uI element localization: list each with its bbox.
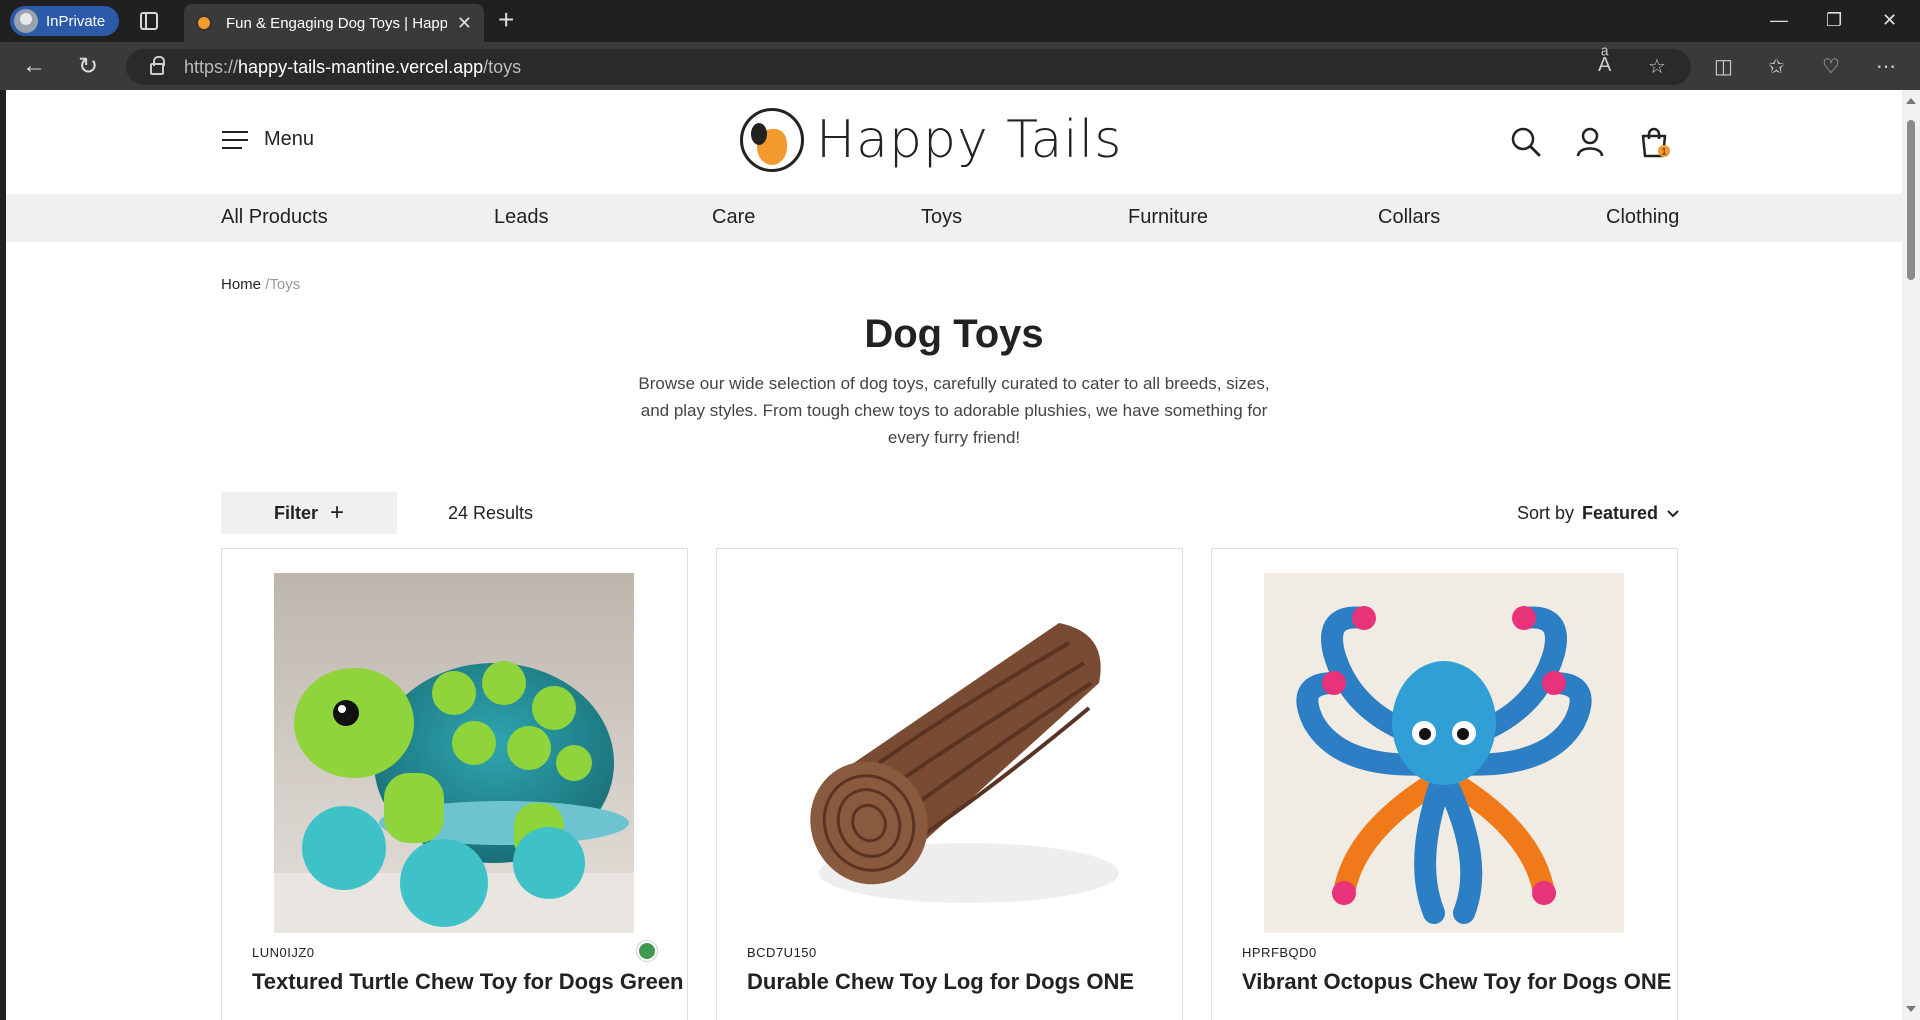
hamburger-icon — [222, 130, 248, 149]
more-menu-icon[interactable]: ⋯ — [1876, 54, 1896, 79]
product-card[interactable]: LUN0IJZ0 Textured Turtle Chew Toy for Do… — [221, 548, 688, 1020]
browser-essentials-icon[interactable]: ♡ — [1822, 54, 1840, 79]
menu-button[interactable]: Menu — [222, 128, 314, 151]
site-header: Menu Happy Tails 1 — [6, 90, 1902, 194]
product-sku: BCD7U150 — [747, 945, 817, 960]
url-scheme: https:// — [184, 56, 239, 77]
page-scrollbar[interactable] — [1902, 90, 1920, 1020]
sort-prefix: Sort by — [1517, 503, 1575, 523]
close-tab-icon[interactable]: ✕ — [457, 13, 472, 34]
tab-title: Fun & Engaging Dog Toys | Happy Tails — [226, 14, 447, 32]
split-screen-icon[interactable]: ◫ — [1714, 54, 1733, 79]
cart-icon[interactable]: 1 — [1638, 126, 1670, 158]
chevron-down-icon — [1667, 509, 1679, 517]
product-card[interactable]: BCD7U150 Durable Chew Toy Log for Dogs O… — [716, 548, 1183, 1020]
url-path: /toys — [483, 56, 522, 77]
browser-tab-active[interactable]: Fun & Engaging Dog Toys | Happy Tails ✕ — [184, 4, 484, 42]
favorites-icon[interactable]: ✩ — [1768, 54, 1785, 79]
breadcrumb-home[interactable]: Home — [221, 276, 261, 293]
results-count: 24 Results — [448, 503, 534, 523]
breadcrumb: Home /Toys — [221, 276, 300, 293]
product-card[interactable]: HPRFBQD0 Vibrant Octopus Chew Toy for Do… — [1211, 548, 1678, 1020]
browser-tabbar: InPrivate Fun & Engaging Dog Toys | Happ… — [0, 0, 1920, 42]
nav-item-leads[interactable]: Leads — [494, 206, 549, 229]
nav-item-toys[interactable]: Toys — [921, 206, 962, 229]
inprivate-label: InPrivate — [46, 12, 106, 30]
scroll-up-icon[interactable] — [1906, 98, 1916, 104]
tab-actions-icon[interactable] — [140, 12, 158, 30]
profile-avatar-icon — [14, 9, 38, 33]
back-icon[interactable]: ← — [22, 52, 46, 80]
color-swatch[interactable] — [637, 941, 657, 961]
search-icon[interactable] — [1510, 126, 1542, 158]
url-host: happy-tails-mantine.vercel.app — [238, 56, 484, 77]
product-image-turtle[interactable] — [274, 573, 634, 933]
category-nav: All Products Leads Care Toys Furniture C… — [6, 194, 1902, 242]
logo-text: Happy Tails — [816, 110, 1123, 170]
page-title: Dog Toys — [864, 312, 1044, 356]
breadcrumb-current: Toys — [269, 276, 301, 293]
refresh-icon[interactable]: ↻ — [78, 52, 98, 81]
product-name[interactable]: Vibrant Octopus Chew Toy for Dogs ONE — [1242, 969, 1671, 995]
page-description: Browse our wide selection of dog toys, c… — [638, 374, 1270, 447]
site-logo[interactable]: Happy Tails — [740, 108, 1122, 172]
dog-logo-icon — [740, 108, 804, 172]
inprivate-badge[interactable]: InPrivate — [10, 6, 120, 36]
url-field[interactable]: https://happy-tails-mantine.vercel.app/t… — [126, 49, 1691, 85]
close-window-icon[interactable]: ✕ — [1882, 10, 1897, 31]
cart-count-badge: 1 — [1661, 147, 1666, 157]
plus-icon: + — [330, 499, 345, 526]
scrollbar-thumb[interactable] — [1907, 120, 1915, 280]
nav-item-all-products[interactable]: All Products — [221, 206, 328, 229]
product-sku: HPRFBQD0 — [1242, 945, 1317, 960]
filter-label: Filter — [273, 502, 318, 523]
scroll-down-icon[interactable] — [1906, 1006, 1916, 1012]
product-image-log[interactable] — [769, 573, 1129, 933]
restore-icon[interactable]: ❐ — [1826, 10, 1842, 31]
product-name[interactable]: Durable Chew Toy Log for Dogs ONE — [747, 969, 1134, 995]
nav-item-clothing[interactable]: Clothing — [1606, 206, 1679, 229]
favorite-star-icon[interactable]: ☆ — [1648, 54, 1666, 79]
lock-icon — [150, 56, 165, 75]
account-icon[interactable] — [1574, 126, 1606, 158]
menu-label: Menu — [264, 128, 315, 150]
favicon-icon — [196, 15, 212, 31]
product-sku: LUN0IJZ0 — [252, 945, 315, 960]
web-page: Menu Happy Tails 1 All Products Leads Ca… — [6, 90, 1902, 1020]
sort-dropdown[interactable]: Sort by Featured — [1517, 503, 1680, 524]
product-name[interactable]: Textured Turtle Chew Toy for Dogs Green — [252, 969, 684, 995]
read-aloud-icon[interactable]: Aͣ — [1598, 54, 1611, 77]
new-tab-icon[interactable]: + — [498, 6, 514, 34]
sort-value: Featured — [1582, 503, 1659, 523]
product-image-octopus[interactable] — [1264, 573, 1624, 933]
nav-item-care[interactable]: Care — [712, 206, 755, 229]
minimize-icon[interactable]: — — [1770, 10, 1788, 31]
filter-button[interactable]: Filter + — [221, 492, 397, 534]
nav-item-furniture[interactable]: Furniture — [1128, 206, 1208, 229]
nav-item-collars[interactable]: Collars — [1378, 206, 1440, 229]
